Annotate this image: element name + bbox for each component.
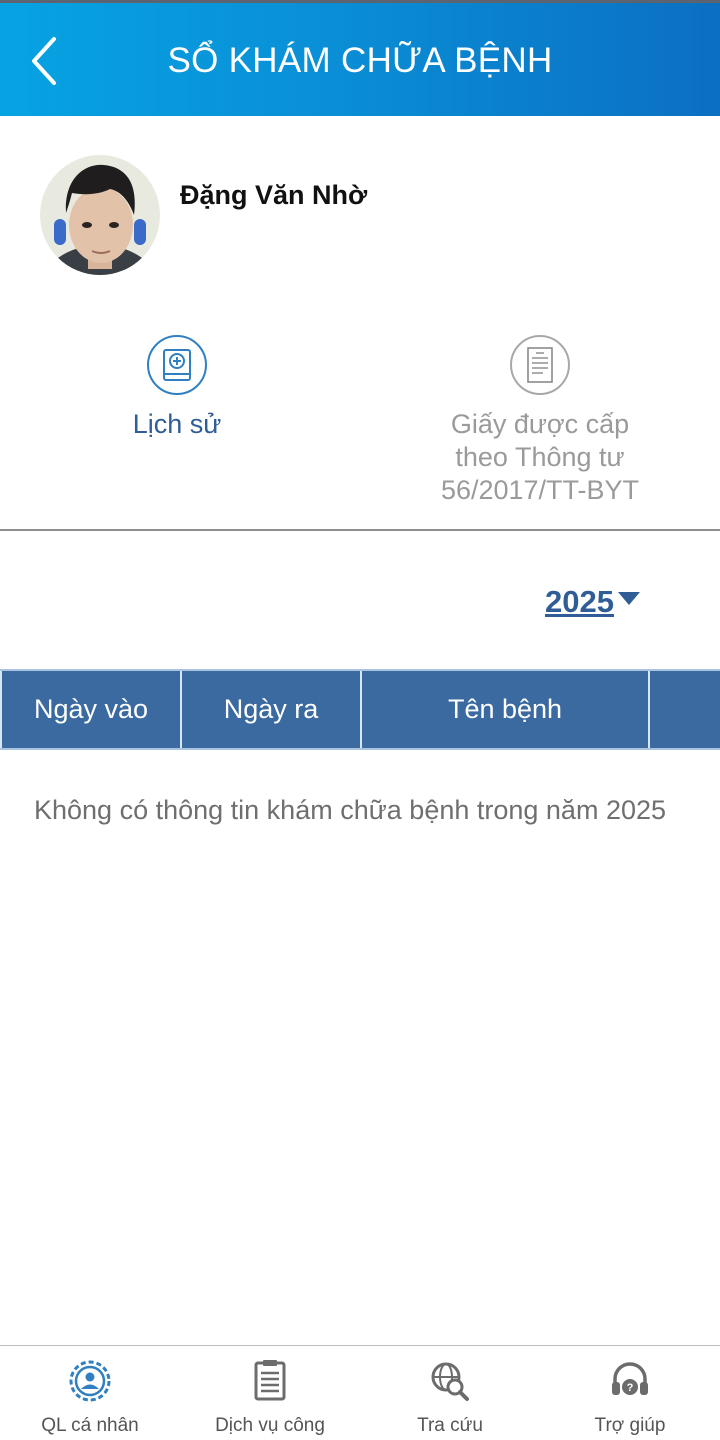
nav-label: Dịch vụ công: [215, 1415, 325, 1436]
document-icon: [254, 1360, 286, 1401]
svg-text:?: ?: [627, 1382, 634, 1394]
globe-search-icon: [431, 1362, 469, 1401]
column-header-extra: [650, 671, 720, 748]
certificate-document-icon: [510, 335, 570, 395]
empty-state-message: Không có thông tin khám chữa bệnh trong …: [34, 795, 667, 825]
personal-gear-icon: [69, 1360, 111, 1402]
column-header-disease-name: Tên bệnh: [362, 671, 650, 748]
page-title: SỔ KHÁM CHỮA BỆNH: [167, 41, 553, 80]
nav-help[interactable]: ? Trợ giúp: [540, 1346, 720, 1440]
certificate-label: Giấy được cấp theo Thông tư 56/2017/TT-B…: [440, 409, 640, 505]
nav-label: Tra cứu: [417, 1415, 483, 1436]
certificate-button[interactable]: Giấy được cấp theo Thông tư 56/2017/TT-B…: [400, 334, 680, 507]
user-photo: [40, 155, 160, 275]
nav-label: QL cá nhân: [41, 1415, 139, 1436]
section-divider: [0, 529, 720, 531]
medical-book-icon: [147, 335, 207, 395]
nav-lookup[interactable]: Tra cứu: [360, 1346, 540, 1440]
nav-label: Trợ giúp: [594, 1415, 666, 1436]
records-table-header: Ngày vào Ngày ra Tên bệnh: [0, 669, 720, 750]
user-name: Đặng Văn Nhờ: [180, 180, 368, 210]
history-button[interactable]: Lịch sử: [97, 334, 257, 441]
nav-public-services[interactable]: Dịch vụ công: [180, 1346, 360, 1440]
avatar: [40, 155, 160, 275]
bottom-navigation: QL cá nhân Dịch vụ công Tra cứu ? Trợ gi…: [0, 1345, 720, 1440]
headset-help-icon: ?: [612, 1362, 648, 1395]
app-header: SỔ KHÁM CHỮA BỆNH: [0, 0, 720, 116]
year-value: 2025: [545, 584, 614, 619]
caret-down-icon: [617, 591, 640, 605]
year-dropdown[interactable]: 2025: [545, 582, 640, 622]
nav-personal[interactable]: QL cá nhân: [0, 1346, 180, 1440]
column-header-admission-date: Ngày vào: [0, 671, 182, 748]
history-label: Lịch sử: [132, 409, 222, 439]
column-header-discharge-date: Ngày ra: [182, 671, 362, 748]
